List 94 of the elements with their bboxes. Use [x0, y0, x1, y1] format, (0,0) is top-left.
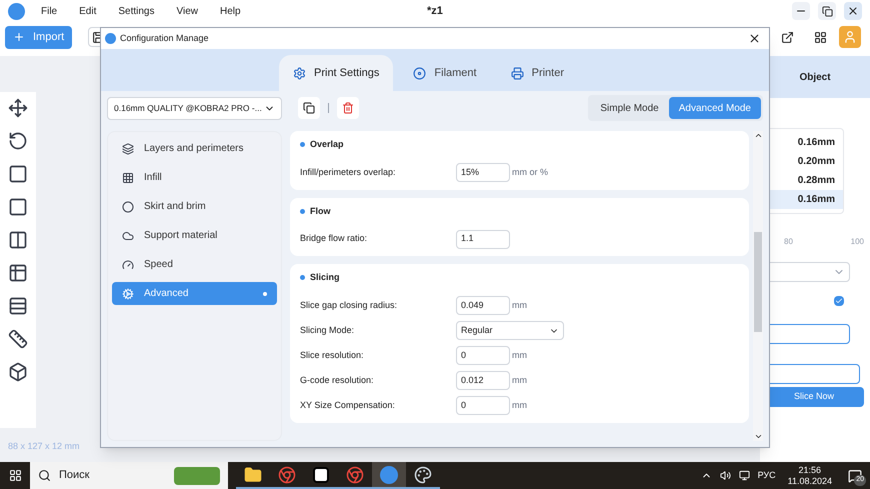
copy-icon: [303, 102, 315, 114]
network-icon[interactable]: [738, 470, 750, 481]
browser-icon: [346, 466, 364, 484]
category-item[interactable]: Layers and perimeters: [112, 137, 277, 160]
search-icon: [38, 469, 51, 482]
ruler-icon[interactable]: [8, 329, 28, 349]
layers-icon: [122, 142, 134, 154]
speaker-icon[interactable]: [720, 470, 731, 481]
input-field[interactable]: 0.049: [456, 296, 510, 315]
category-item[interactable]: Skirt and brim: [112, 195, 277, 218]
language-indicator[interactable]: РУС: [758, 468, 776, 482]
clock-date[interactable]: 11.08.2024: [788, 476, 832, 486]
field-label: Bridge flow ratio:: [300, 232, 368, 246]
grid-icon[interactable]: [814, 30, 827, 44]
rows-icon[interactable]: [8, 296, 28, 316]
close-icon: [847, 5, 859, 17]
columns-icon[interactable]: [8, 230, 28, 250]
circle-icon: [122, 200, 134, 212]
disc-icon: [413, 66, 426, 80]
category-item[interactable]: Speed: [112, 253, 277, 276]
input-field[interactable]: 15%: [456, 163, 510, 182]
folder-icon: [244, 466, 262, 484]
app-logo-icon: [105, 33, 116, 44]
dialog-title: Configuration Manage: [120, 32, 209, 45]
app-logo-icon: [8, 2, 25, 20]
field-label: XY Size Compensation:: [300, 398, 396, 412]
unit-label: mm: [512, 398, 527, 412]
menu-item[interactable]: File: [41, 4, 58, 18]
input-field[interactable]: 0: [456, 346, 510, 365]
section-title: Flow: [310, 204, 330, 218]
scrollbar[interactable]: [753, 131, 763, 441]
menu-item[interactable]: View: [176, 4, 198, 18]
user-icon: [843, 30, 857, 44]
external-link-icon[interactable]: [781, 30, 794, 44]
menu-item[interactable]: Help: [220, 4, 241, 18]
scroll-down-icon[interactable]: [754, 432, 762, 441]
section-title: Slicing: [310, 271, 340, 284]
taskbar-search-field[interactable]: Поиск: [30, 462, 228, 489]
field-label: Slice resolution:: [300, 348, 365, 362]
delete-preset-button[interactable]: [337, 97, 359, 119]
cube-icon[interactable]: [8, 362, 28, 382]
input-field[interactable]: 0.012: [456, 371, 510, 390]
gauge-icon: [122, 258, 134, 270]
grid-icon: [122, 172, 134, 184]
plus-icon: [13, 31, 25, 43]
settings-tab[interactable]: Filament: [399, 55, 491, 91]
menu-item[interactable]: Settings: [118, 4, 154, 18]
printer-icon: [510, 66, 524, 80]
preset-dropdown[interactable]: 0.16mm QUALITY @KOBRA2 PRO -...: [107, 96, 282, 120]
unit-label: mm: [512, 298, 527, 312]
restore-icon: [822, 6, 832, 16]
restore-button[interactable]: [818, 2, 836, 20]
slider-tick-label: 80: [784, 236, 793, 248]
settings-tab[interactable]: Printer: [496, 55, 578, 91]
settings-tab[interactable]: Print Settings: [279, 55, 394, 91]
field-label: G-code resolution:: [300, 374, 375, 387]
dimensions-text: 88 x 127 x 12 mm: [8, 440, 80, 452]
square-icon[interactable]: [8, 164, 28, 184]
move-icon[interactable]: [8, 98, 28, 118]
trash-icon: [342, 102, 354, 114]
field-label: Infill/perimeters overlap:: [300, 166, 397, 179]
section-title: Overlap: [310, 138, 344, 151]
clock-time[interactable]: 21:56: [798, 464, 822, 476]
input-field[interactable]: 0: [456, 396, 510, 415]
minimize-button[interactable]: [792, 2, 810, 20]
close-button[interactable]: [844, 2, 862, 20]
rotate-icon[interactable]: [8, 131, 28, 151]
input-field[interactable]: 1.1: [456, 230, 510, 248]
unit-label: mm: [512, 348, 527, 362]
windows-icon[interactable]: [8, 469, 22, 482]
window-title: *z1: [427, 4, 443, 19]
field-label: Slice gap closing radius:: [300, 298, 398, 312]
scroll-up-icon[interactable]: [754, 131, 762, 140]
search-placeholder: Поиск: [59, 468, 90, 484]
close-button[interactable]: [748, 32, 761, 45]
menu-item[interactable]: Edit: [79, 4, 96, 18]
close-icon: [748, 32, 761, 45]
copy-preset-button[interactable]: [298, 97, 320, 119]
cloud-icon: [122, 230, 134, 242]
mode-toggle-button[interactable]: Simple Mode: [590, 97, 669, 119]
category-item[interactable]: Support material: [112, 224, 277, 247]
browser-icon: [278, 466, 296, 484]
slider-tick-label: 100: [850, 236, 864, 248]
square-icon[interactable]: [8, 197, 28, 217]
field-label: Slicing Mode:: [300, 324, 356, 337]
table-icon[interactable]: [8, 263, 28, 283]
unit-label: mm or %: [512, 166, 548, 179]
scrollbar-thumb[interactable]: [754, 232, 762, 332]
category-item[interactable]: Infill: [112, 166, 277, 189]
dropdown-field[interactable]: Regular: [456, 321, 564, 340]
gear-icon: [293, 66, 306, 80]
unit-label: mm: [512, 374, 527, 387]
checkbox[interactable]: [834, 296, 844, 306]
palette-icon: [414, 466, 432, 484]
